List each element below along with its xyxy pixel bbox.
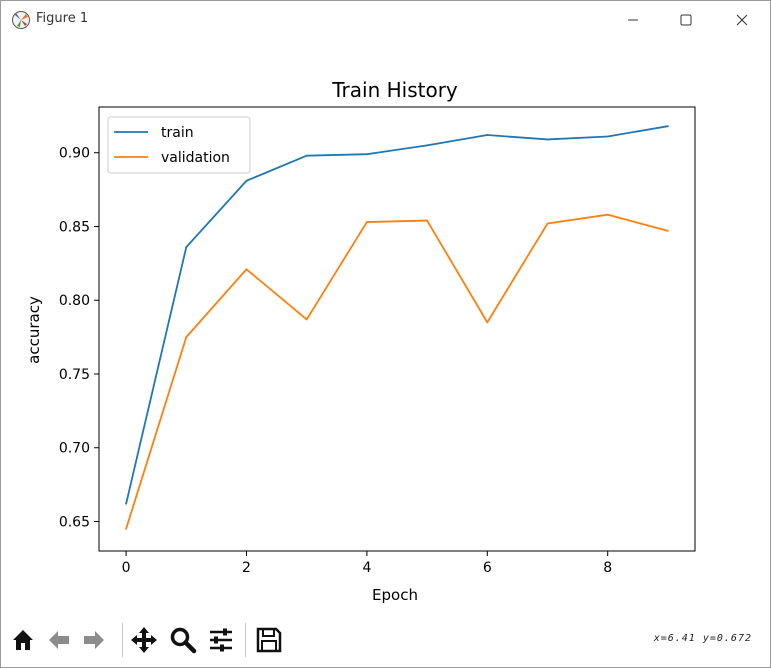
legend-label: train (161, 125, 194, 141)
matplotlib-figure-icon (11, 10, 31, 30)
series-line-validation (125, 213, 669, 530)
data-point-validation (606, 213, 609, 216)
data-point-train (606, 135, 609, 138)
data-point-validation (667, 230, 669, 232)
arrow-left-icon (49, 631, 69, 649)
window-title: Figure 1 (36, 11, 89, 26)
data-point-validation (486, 321, 489, 324)
forward-button[interactable] (78, 623, 110, 657)
series-lines (125, 125, 669, 530)
data-point-train (486, 134, 489, 136)
save-button[interactable] (253, 623, 285, 657)
zoom-button[interactable] (167, 623, 199, 657)
title-bar[interactable]: Figure 1 (1, 1, 770, 39)
data-point-train (245, 179, 248, 182)
line-chart: Train History 0 2 4 6 80.650.700.750.800.850… (25, 78, 696, 604)
data-point-validation (365, 221, 368, 223)
figure-canvas[interactable]: Train History 0 2 4 6 8 0.65 0.70 0.75 0.80 0.85 0… (1, 39, 770, 611)
minimize-icon (628, 19, 638, 21)
maximize-button[interactable] (663, 1, 709, 39)
minimize-button[interactable] (610, 1, 656, 39)
data-point-validation (185, 336, 188, 339)
y-tick-label: 0.90 (59, 146, 90, 162)
chart-title: Train History (331, 78, 458, 102)
toolbar-separator (122, 623, 123, 657)
data-point-validation (245, 268, 248, 271)
figure-window: Figure 1 Train History 0 2 4 6 8 0.65 0.70 0.75… (0, 0, 771, 668)
data-point-train (305, 154, 308, 157)
x-tick-label: 6 (483, 560, 492, 576)
data-point-validation (426, 219, 429, 222)
close-button[interactable] (719, 1, 765, 39)
coordinate-readout: x=6.41 y=0.672 (653, 633, 752, 644)
data-point-train (365, 153, 368, 156)
x-axis-label: Epoch (372, 586, 418, 604)
y-tick-label: 0.75 (59, 367, 90, 383)
arrow-right-icon (84, 631, 104, 649)
x-tick-label: 2 (242, 560, 251, 576)
axes: 0 2 4 6 8 0.65 0.70 0.75 0.80 0.85 0.90 (59, 106, 696, 576)
data-point-train (426, 144, 429, 147)
configure-subplots-button[interactable] (205, 623, 237, 657)
sliders-icon (210, 628, 232, 652)
y-axis-label: accuracy (25, 296, 43, 364)
plot-frame (98, 106, 696, 552)
data-point-validation (546, 222, 549, 225)
pan-button[interactable] (128, 623, 160, 657)
magnifier-icon (170, 627, 197, 654)
data-point-train (667, 125, 669, 128)
back-button[interactable] (43, 623, 75, 657)
navigation-toolbar: x=6.41 y=0.672 (1, 613, 770, 667)
data-point-train (546, 138, 549, 141)
data-point-train (125, 502, 127, 505)
data-point-train (185, 246, 188, 249)
data-point-validation (125, 527, 127, 530)
toolbar-separator (245, 623, 246, 657)
x-tick-label: 4 (362, 560, 371, 576)
y-tick-label: 0.65 (59, 514, 90, 530)
x-tick-label: 8 (603, 560, 612, 576)
y-tick-label: 0.80 (59, 293, 90, 309)
y-tick-label: 0.85 (59, 219, 90, 235)
floppy-disk-icon (256, 627, 282, 653)
close-icon (736, 14, 748, 26)
legend-label: validation (161, 150, 230, 166)
home-button[interactable] (7, 623, 39, 657)
home-icon (13, 630, 33, 650)
data-point-validation (305, 318, 308, 321)
y-tick-label: 0.70 (59, 441, 90, 457)
move-icon (131, 627, 157, 653)
series-line-train (125, 125, 669, 505)
legend: train validation (107, 116, 251, 174)
x-tick-label: 0 (122, 560, 131, 576)
maximize-icon (680, 14, 692, 26)
